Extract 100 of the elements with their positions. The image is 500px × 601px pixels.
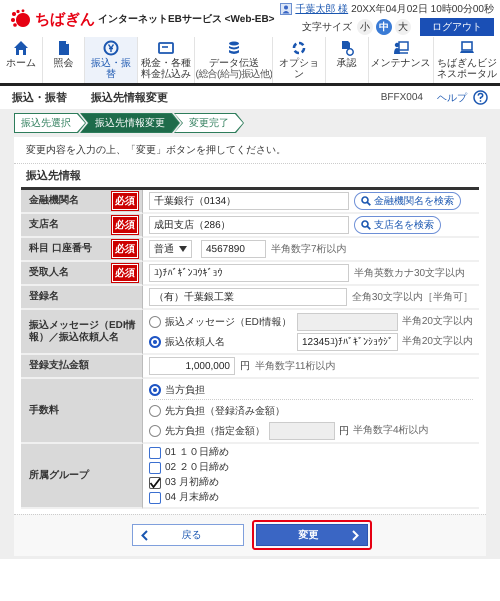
submit-button[interactable]: 変更 (256, 524, 368, 546)
input-field[interactable]: ﾕ)ﾁﾊﾞｷﾞﾝｺｳｷﾞｮｳ (149, 264, 349, 282)
option-label: 先方負担（指定金額） (165, 424, 265, 438)
option-label: 01 １０日締め (165, 447, 229, 459)
logout-button[interactable]: ログアウト (420, 18, 494, 36)
option-label: 04 月末締め (165, 492, 219, 504)
hint-text: 半角20文字以内 (402, 316, 473, 327)
hint-text: 半角数字11桁以内 (255, 360, 336, 372)
radio-button[interactable] (149, 384, 161, 396)
unit-text: 円 (339, 424, 349, 438)
search-button[interactable]: 金融機関名を検索 (354, 192, 461, 210)
field-label: 受取人名 (29, 267, 69, 279)
chevron-left-icon (141, 530, 148, 540)
instruction-text: 変更内容を入力の上、「変更」ボタンを押してください。 (14, 137, 486, 164)
radio-button[interactable] (149, 404, 161, 416)
chevron-right-icon (352, 530, 359, 540)
ring-icon (291, 40, 308, 56)
input-field[interactable]: 1,000,000 (149, 357, 235, 375)
logo-text: ちばぎん (35, 10, 95, 28)
nav-tab[interactable]: メンテナンス (368, 37, 433, 83)
input-field[interactable]: （有）千葉銀工業 (149, 288, 347, 306)
hint-text: 半角数字7桁以内 (271, 244, 347, 254)
field-label: 所属グループ (29, 470, 89, 482)
nav-tab[interactable]: 振込・振替 (84, 37, 137, 83)
date-time: 20XX年04月02日 10時00分00秒 (351, 2, 494, 16)
radio-button[interactable] (149, 316, 161, 328)
input-field[interactable]: 成田支店（286） (149, 216, 349, 234)
radio-button[interactable] (149, 424, 161, 436)
home-icon (12, 40, 29, 56)
font-size-button[interactable]: 大 (395, 19, 411, 35)
nav-tab[interactable]: ちばぎんビジネスポータル (432, 37, 500, 83)
person-monitor-icon (392, 40, 409, 56)
nav-label: データ伝送 (208, 58, 259, 69)
search-icon (361, 220, 371, 230)
progress-step: 変更完了 (174, 113, 244, 133)
option-label: 先方負担（登録済み金額） (165, 404, 285, 418)
required-badge: 必須 (112, 216, 138, 234)
radio-button[interactable] (149, 336, 161, 348)
section-title: 振込先情報 (24, 168, 82, 184)
search-icon (361, 196, 371, 206)
help-icon (473, 90, 488, 105)
hint-text: 半角20文字以内 (402, 336, 473, 347)
option-label: 振込メッセージ（EDI情報） (165, 316, 293, 328)
font-size-button[interactable]: 小 (357, 19, 373, 35)
nav-tab[interactable]: ホーム (0, 37, 42, 83)
option-label: 02 ２０日締め (165, 462, 229, 474)
font-size-label: 文字サイズ (302, 20, 352, 34)
field-label: 金融機関名 (29, 195, 79, 207)
checkbox[interactable] (149, 462, 161, 474)
nav-label: オプション (278, 58, 320, 80)
field-label: 登録名 (29, 291, 59, 303)
progress-step: 振込先情報変更 (80, 113, 180, 133)
option-label: 振込依頼人名 (165, 336, 226, 348)
user-name-link[interactable]: 千葉太郎 様 (295, 2, 348, 16)
logo-icon (10, 9, 32, 29)
field-label: 支店名 (29, 219, 59, 231)
font-size-button[interactable]: 中 (376, 19, 392, 35)
checkbox[interactable] (149, 477, 161, 489)
back-button[interactable]: 戻る (132, 524, 244, 546)
input-field[interactable]: 4567890 (201, 240, 266, 258)
nav-tab[interactable]: 税金・各種料金払込み (136, 37, 194, 83)
laptop-icon (458, 40, 475, 56)
nav-sublabel: (総合(給与)振込他) (196, 69, 272, 80)
required-badge: 必須 (112, 192, 138, 210)
dropdown[interactable]: 普通 (149, 240, 192, 258)
hint-text: 全角30文字以内［半角可］ (352, 292, 473, 302)
field-label: 科目 口座番号 (29, 243, 92, 255)
nav-tab[interactable]: データ伝送 (総合(給与)振込他) (194, 37, 272, 83)
caret-icon (179, 246, 187, 252)
unit-text: 円 (240, 360, 250, 373)
nav-label: 照会 (54, 58, 74, 69)
option-label: 当方負担 (165, 384, 205, 396)
field-label: 手数料 (29, 404, 59, 416)
help-link[interactable]: ヘルプ (437, 90, 467, 104)
field-label: 登録支払金額 (29, 360, 89, 372)
card-icon (158, 40, 174, 56)
page-subtitle: 振込先情報変更 (91, 90, 168, 105)
user-icon (280, 3, 292, 15)
service-name: インターネットEBサービス <Web-EB> (98, 12, 274, 26)
field-label: 振込メッセージ（EDI情報）／振込依頼人名 (29, 320, 137, 344)
required-badge: 必須 (112, 240, 138, 258)
nav-label: 税金・各種料金払込み (140, 58, 192, 80)
required-badge: 必須 (112, 264, 138, 282)
yen-circle-icon (103, 40, 120, 56)
nav-label: 承認 (336, 58, 357, 69)
page-title: 振込・振替 (12, 90, 67, 105)
nav-label: メンテナンス (370, 58, 431, 69)
nav-tab[interactable]: 承認 (324, 37, 368, 83)
nav-label: ちばぎんビジネスポータル (436, 58, 498, 80)
input-field[interactable]: 12345ﾕ)ﾁﾊﾞｷﾞﾝｼｮｳｼﾞ (297, 332, 398, 350)
hint-text: 半角数字4桁以内 (353, 425, 429, 436)
search-button[interactable]: 支店名を検索 (354, 216, 441, 234)
nav-label: ホーム (6, 58, 36, 69)
checkbox[interactable] (149, 492, 161, 504)
progress-step: 振込先選択 (14, 113, 86, 133)
hint-text: 半角英数カナ30文字以内 (354, 268, 466, 278)
check-icon (149, 477, 161, 489)
input-field[interactable]: 千葉銀行（0134） (149, 192, 349, 210)
nav-tab[interactable]: オプション (272, 37, 325, 83)
checkbox[interactable] (149, 447, 161, 459)
